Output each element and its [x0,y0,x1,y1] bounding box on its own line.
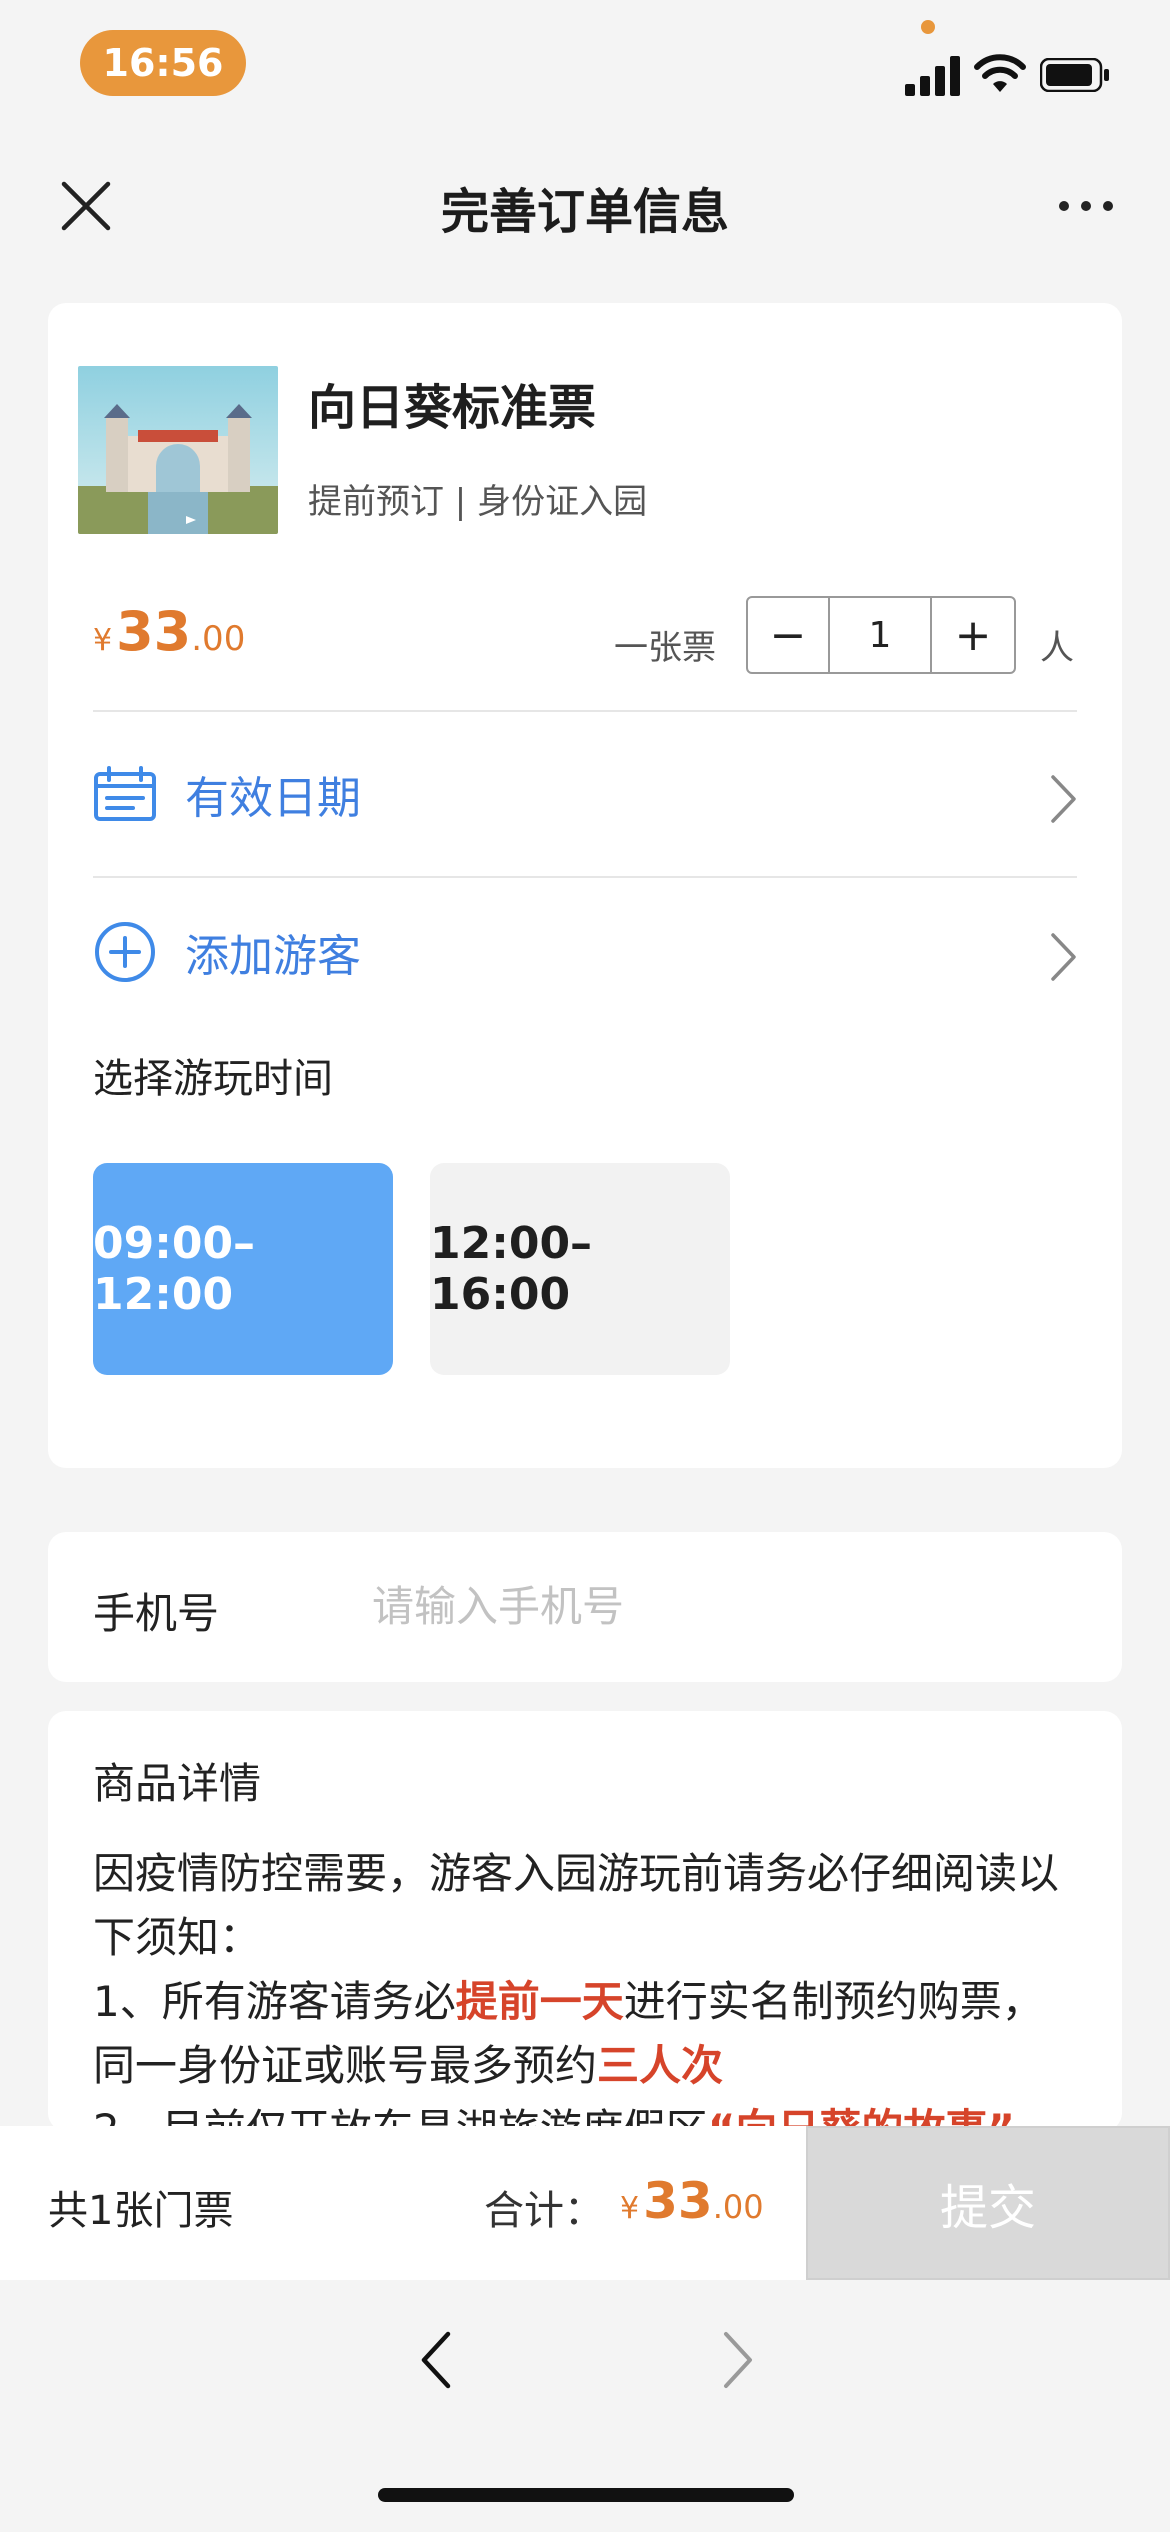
quantity-stepper: − 1 + [746,596,1016,674]
product-thumbnail [78,366,278,534]
notice-item: 2、目前仅开放东昌湖旅游度假区“向日葵的故事” [93,2098,1083,2126]
price-decimal: .00 [191,619,246,659]
ticket-count: 共1张门票 [48,2188,234,2234]
divider [93,876,1077,878]
unit-price: ¥ 33 .00 [93,600,245,663]
calendar-icon [94,766,156,821]
price-decimal: .00 [712,2188,764,2226]
quantity-unit: 人 [1040,628,1074,668]
product-subtitle: 提前预订 | 身份证入园 [308,482,648,522]
chevron-right-icon [1051,933,1076,981]
decrement-button[interactable]: − [748,598,830,672]
notice-line: 因疫情防控需要，游客入园游玩前请务必仔细阅读以下须知： [93,1849,1060,1962]
chevron-right-icon [1051,775,1076,823]
details-scroll-area[interactable]: 商品详情 因疫情防控需要，游客入园游玩前请务必仔细阅读以下须知： 1、所有游客请… [48,1711,1122,2126]
product-name: 向日葵标准票 [308,380,597,436]
add-visitor-label: 添加游客 [185,931,361,982]
valid-date-row[interactable]: 有效日期 [93,754,1077,834]
details-body: 因疫情防控需要，游客入园游玩前请务必仔细阅读以下须知： 1、所有游客请务必提前一… [93,1842,1083,2126]
notice-item: 1、所有游客请务必提前一天进行实名制预约购票，同一身份证或账号最多预约三人次 [93,1970,1083,2098]
home-indicator[interactable] [378,2488,794,2502]
quantity-value[interactable]: 1 [830,598,932,672]
add-circle-icon [95,922,155,982]
add-visitor-row[interactable]: 添加游客 [93,912,1077,992]
cellular-signal-icon [905,56,960,96]
notice-text: 1、所有游客请务必 [93,1977,456,2026]
time-slot-option[interactable]: 12:00–16:00 [430,1163,730,1375]
time-select-label: 选择游玩时间 [93,1056,333,1102]
phone-input[interactable] [372,1572,1052,1640]
page-title: 完善订单信息 [440,184,729,240]
back-arrow-icon[interactable] [418,2330,454,2390]
currency-symbol: ¥ [620,2191,640,2226]
status-time: 16:56 [80,30,246,96]
divider [93,710,1077,712]
phone-label: 手机号 [93,1589,220,1638]
increment-button[interactable]: + [932,598,1014,672]
valid-date-label: 有效日期 [185,773,361,824]
notice-text: 2、目前仅开放东昌湖旅游度假区 [93,2105,708,2126]
privacy-indicator-dot [921,20,935,34]
time-slot-option[interactable]: 09:00–12:00 [93,1163,393,1375]
notice-highlight: “向日葵的故事” [708,2105,1015,2126]
price-integer: 33 [116,600,192,663]
total-label: 合计： [484,2188,604,2234]
quantity-label: 一张票 [614,628,716,668]
notice-highlight: 提前一天 [455,1977,624,2026]
wifi-icon [974,54,1026,92]
battery-icon [1040,58,1109,92]
notice-highlight: 三人次 [597,2041,724,2090]
submit-button[interactable]: 提交 [806,2126,1170,2280]
more-options-icon[interactable] [1056,196,1116,216]
total-price: ¥ 33 .00 [620,2172,764,2230]
details-title: 商品详情 [93,1759,262,1808]
currency-symbol: ¥ [93,623,113,658]
price-integer: 33 [643,2172,713,2230]
forward-arrow-icon[interactable] [720,2330,756,2390]
